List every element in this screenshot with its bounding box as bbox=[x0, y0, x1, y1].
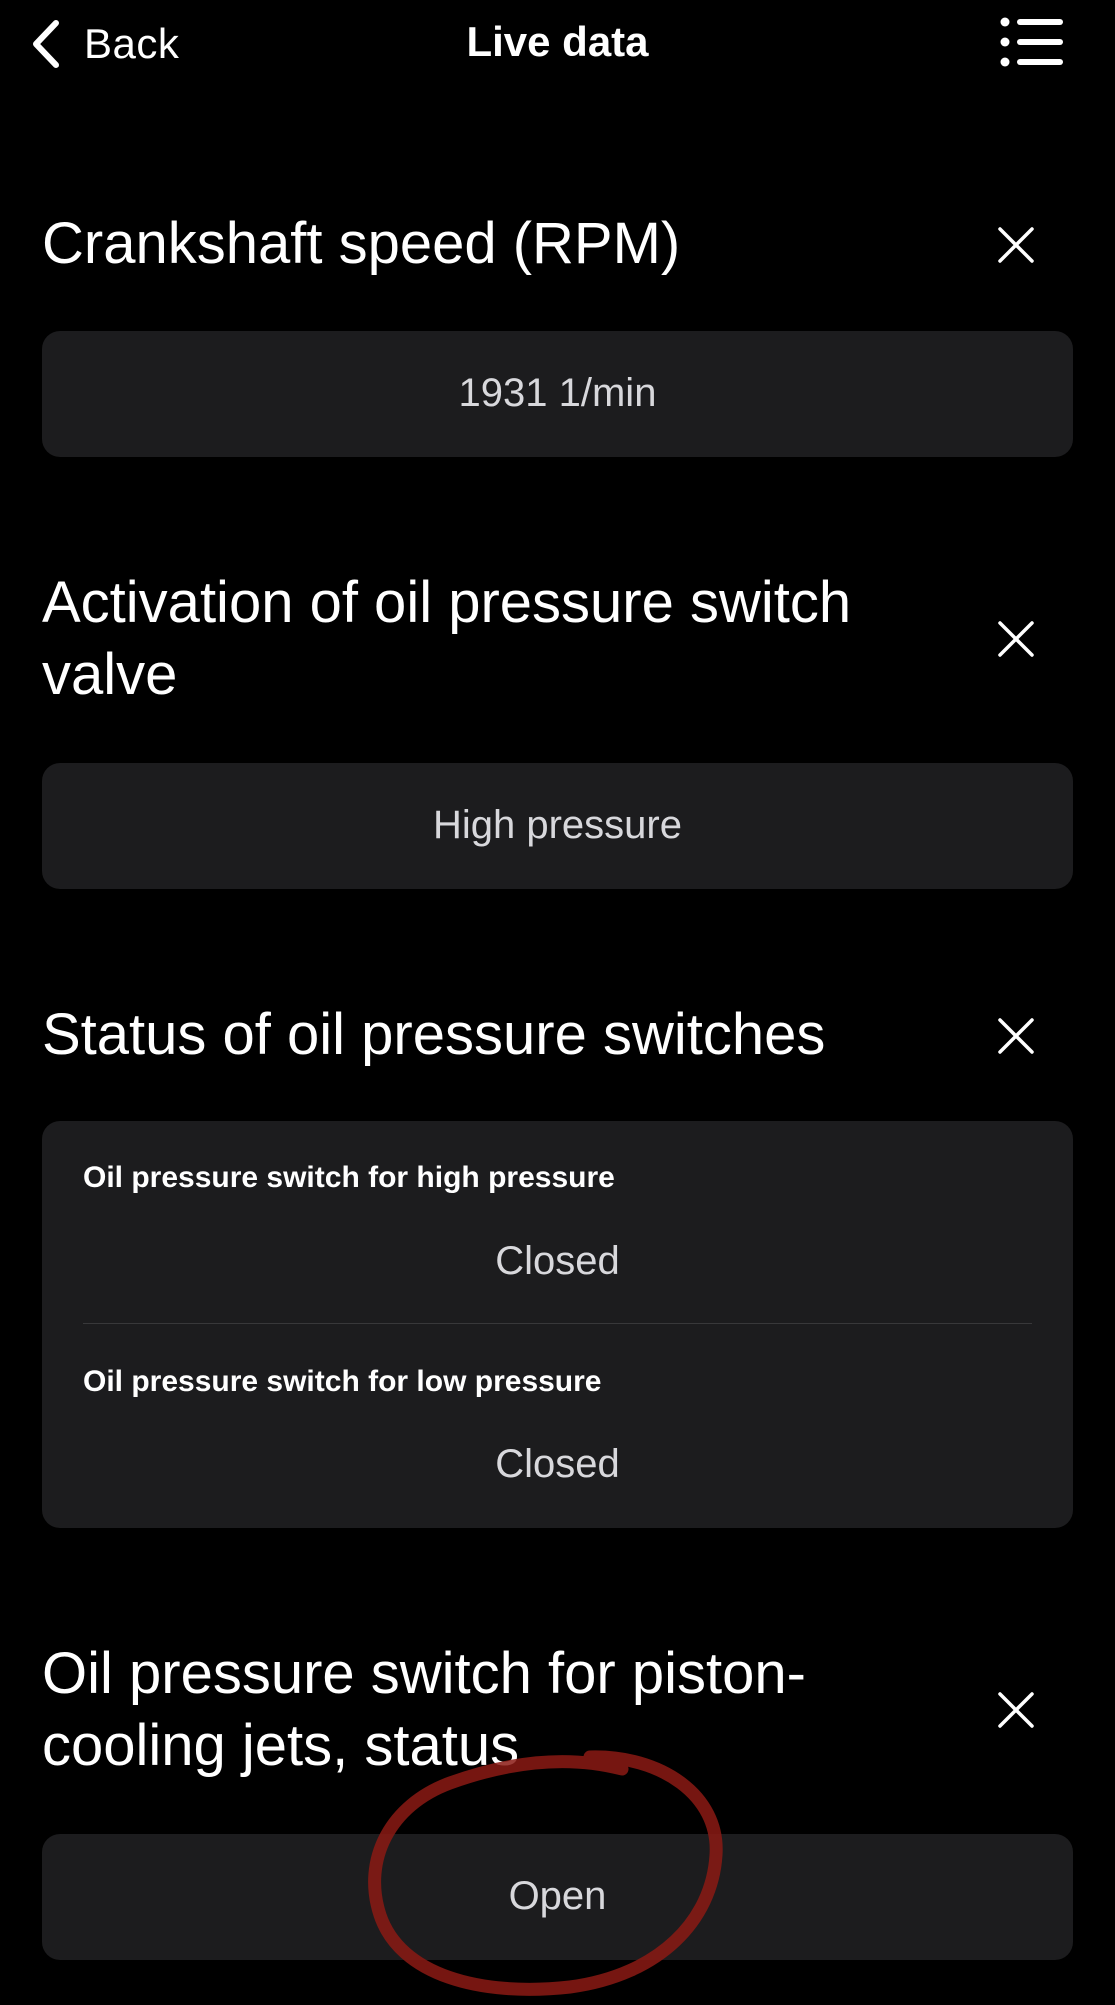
remove-crankshaft-speed-button[interactable] bbox=[990, 219, 1042, 271]
sub-label-high-pressure-switch: Oil pressure switch for high pressure bbox=[83, 1161, 615, 1194]
value-crankshaft-speed: 1931 1/min bbox=[458, 371, 657, 415]
remove-oil-pressure-switch-valve-button[interactable] bbox=[990, 613, 1042, 665]
section-title-piston-cooling-jets: Oil pressure switch for piston-cooling j… bbox=[42, 1641, 806, 1778]
value-card-oil-pressure-switch-valve: High pressure bbox=[42, 763, 1073, 889]
remove-piston-cooling-jets-button[interactable] bbox=[990, 1684, 1042, 1736]
page-title: Live data bbox=[466, 18, 649, 65]
section-title-oil-pressure-switch-valve: Activation of oil pressure switch valve bbox=[42, 570, 852, 707]
value-high-pressure-switch: Closed bbox=[495, 1239, 620, 1283]
value-low-pressure-switch: Closed bbox=[495, 1442, 620, 1486]
value-card-piston-cooling-jets: Open bbox=[42, 1834, 1073, 1960]
menu-button[interactable] bbox=[1000, 16, 1066, 68]
section-title-crankshaft-speed: Crankshaft speed (RPM) bbox=[42, 211, 681, 276]
divider bbox=[83, 1323, 1032, 1324]
remove-oil-pressure-switches-status-button[interactable] bbox=[990, 1010, 1042, 1062]
close-icon bbox=[990, 613, 1042, 665]
value-card-oil-pressure-switches: Oil pressure switch for high pressure Cl… bbox=[42, 1121, 1073, 1528]
close-icon bbox=[990, 1010, 1042, 1062]
close-icon bbox=[990, 1684, 1042, 1736]
section-title-oil-pressure-switches-status: Status of oil pressure switches bbox=[42, 1002, 826, 1067]
close-icon bbox=[990, 219, 1042, 271]
value-piston-cooling-jets: Open bbox=[508, 1874, 607, 1918]
value-oil-pressure-switch-valve: High pressure bbox=[432, 803, 682, 847]
nav-bar: Back Live data bbox=[0, 0, 1115, 90]
sub-label-low-pressure-switch: Oil pressure switch for low pressure bbox=[83, 1365, 602, 1398]
value-card-crankshaft-speed: 1931 1/min bbox=[42, 331, 1073, 457]
list-icon bbox=[1000, 16, 1066, 68]
